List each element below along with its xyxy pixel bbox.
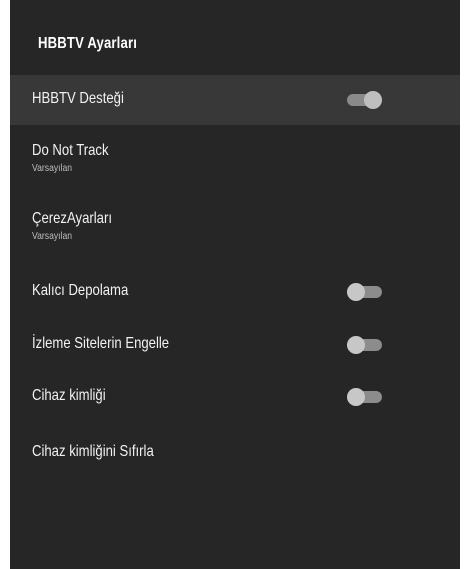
setting-row-device-id[interactable]: Cihaz kimliği <box>10 371 460 421</box>
block-tracking-sites-toggle[interactable] <box>347 336 382 354</box>
toggle-knob <box>347 336 365 354</box>
setting-row-hbbtv-support[interactable]: HBBTV Desteği <box>10 75 460 125</box>
toggle-knob <box>347 283 365 301</box>
hbbtv-support-toggle[interactable] <box>347 91 382 109</box>
persistent-storage-toggle[interactable] <box>347 283 382 301</box>
setting-row-do-not-track[interactable]: Do Not Track Varsayılan <box>10 130 460 186</box>
setting-value: Varsayılan <box>32 230 73 242</box>
setting-label: İzleme Sitelerin Engelle <box>32 335 170 352</box>
setting-label: Cihaz kimliği <box>32 387 106 404</box>
setting-label: HBBTV Desteği <box>32 90 124 107</box>
setting-row-reset-device-id[interactable]: Cihaz kimliğini Sıfırla <box>10 427 460 477</box>
setting-row-cookie-settings[interactable]: ÇerezAyarları Varsayılan <box>10 198 460 254</box>
setting-label: Kalıcı Depolama <box>32 282 129 299</box>
setting-value: Varsayılan <box>32 162 73 174</box>
panel-title: HBBTV Ayarları <box>38 35 138 52</box>
toggle-knob <box>347 388 365 406</box>
setting-label: Do Not Track <box>32 142 109 159</box>
setting-label: Cihaz kimliğini Sıfırla <box>32 443 154 460</box>
toggle-knob <box>364 91 382 109</box>
setting-row-persistent-storage[interactable]: Kalıcı Depolama <box>10 266 460 316</box>
hbbtv-settings-panel: HBBTV Ayarları HBBTV Desteği Do Not Trac… <box>10 0 460 569</box>
setting-row-block-tracking-sites[interactable]: İzleme Sitelerin Engelle <box>10 319 460 369</box>
setting-label: ÇerezAyarları <box>32 210 112 227</box>
device-id-toggle[interactable] <box>347 388 382 406</box>
